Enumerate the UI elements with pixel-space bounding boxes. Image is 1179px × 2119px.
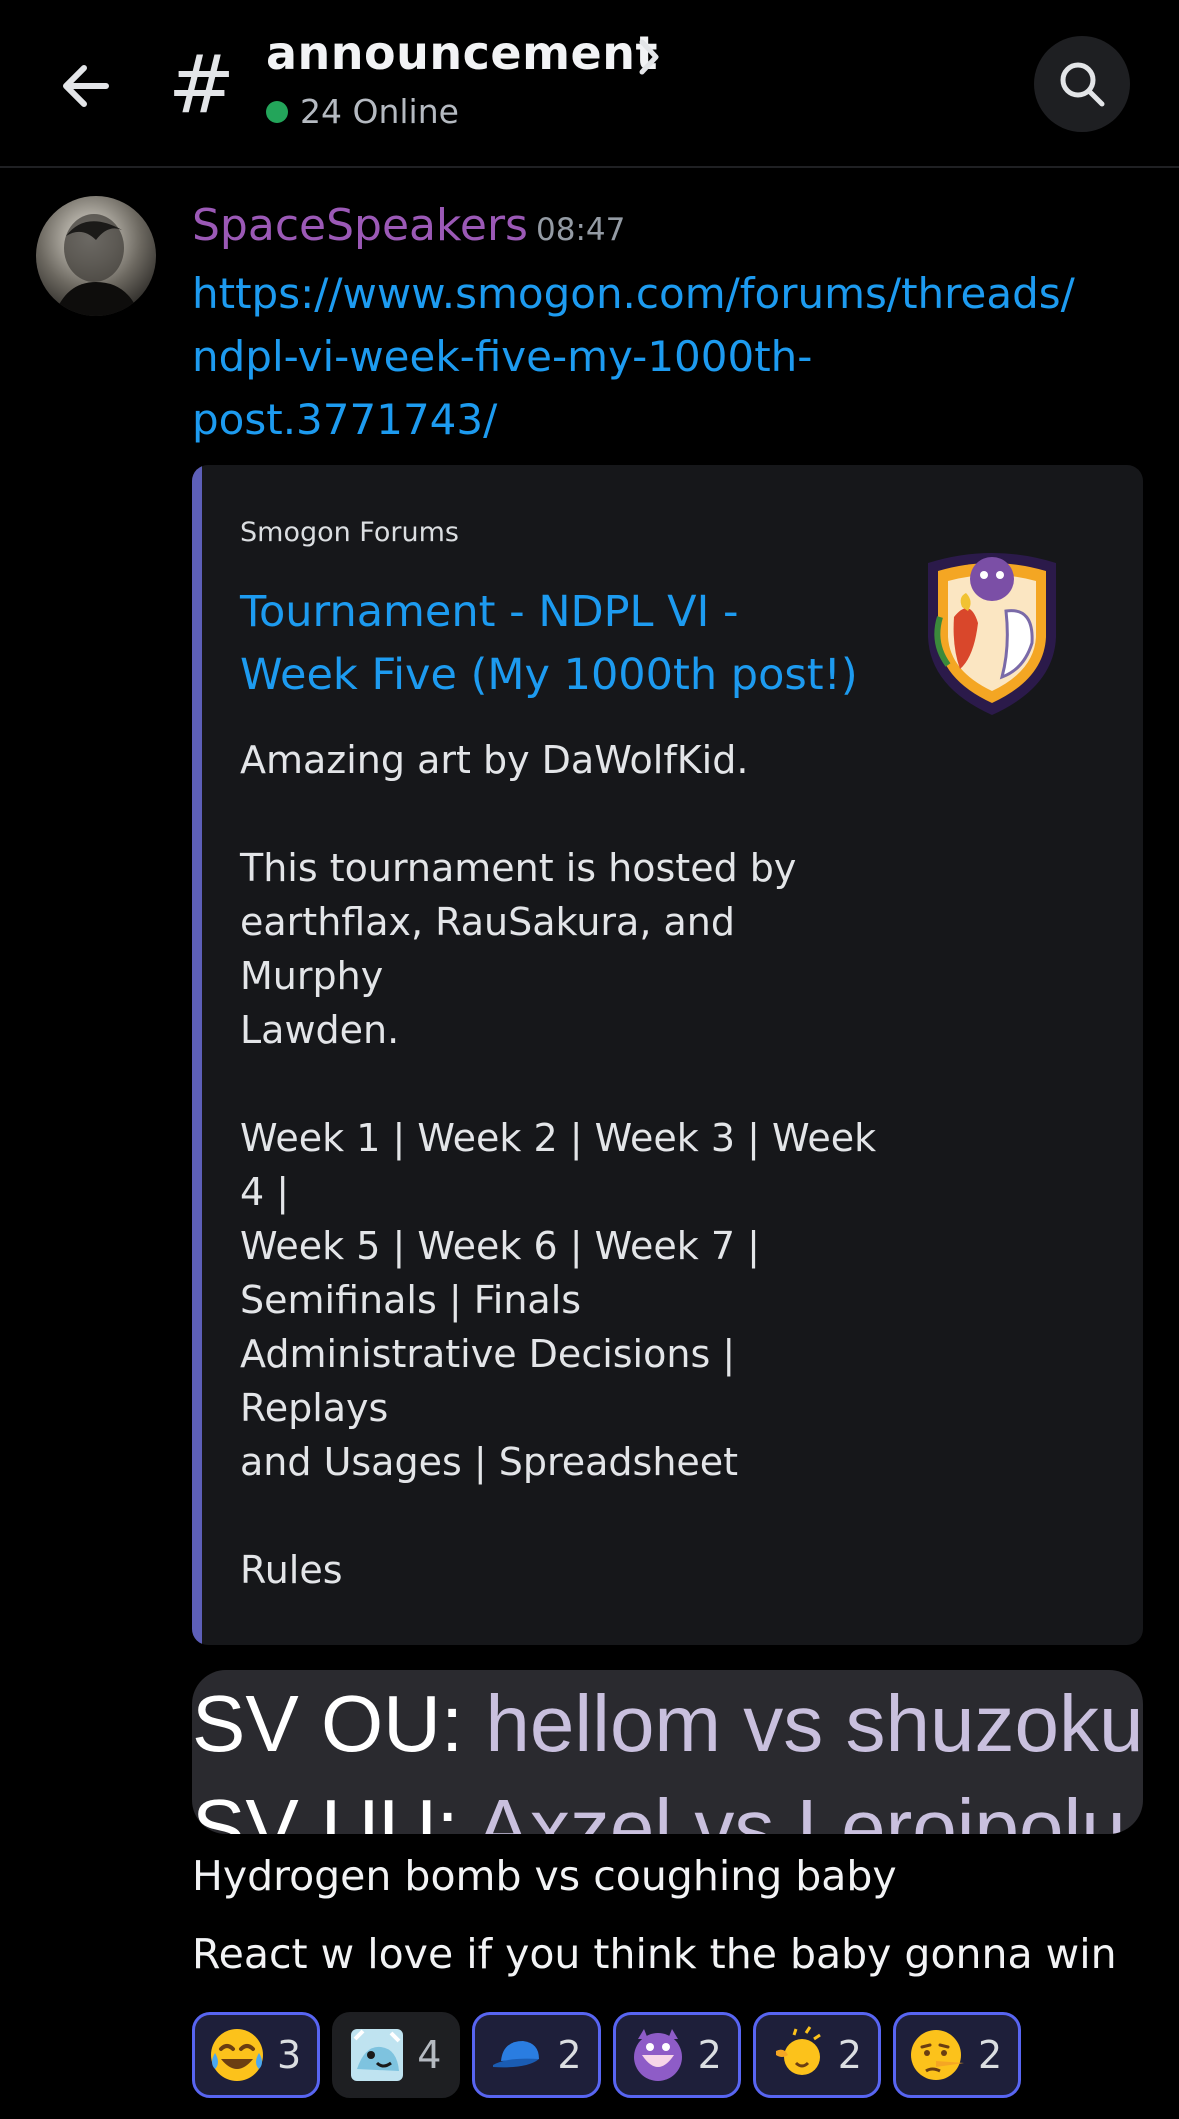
attachment-value: Axzel vs Leroipolu [476, 1783, 1126, 1834]
reactions-bar: 3 4 2 2 2 2 [192, 2012, 1022, 2098]
chevron-right-icon[interactable] [634, 34, 664, 80]
reaction-count: 3 [277, 2033, 302, 2077]
blue-cap-emoji-icon [493, 2041, 540, 2068]
author-name[interactable]: SpaceSpeakers [192, 200, 528, 251]
message-timestamp: 08:47 [536, 212, 626, 248]
embed-description: Amazing art by DaWolfKid. This tournamen… [240, 738, 877, 1592]
embed-title-line[interactable]: Tournament - NDPL VI - [240, 581, 860, 644]
link-line[interactable]: https://www.smogon.com/forums/threads/ [192, 262, 1112, 325]
reaction-custom-pokemon[interactable]: 4 [332, 2012, 461, 2098]
reaction-blue-cap[interactable]: 2 [472, 2012, 601, 2098]
online-text: 24 Online [300, 92, 459, 131]
image-attachment[interactable]: SV OU: hellom vs shuzoku SV UU: Axzel vs… [192, 1670, 1143, 1834]
link-line[interactable]: ndpl-vi-week-five-my-1000th-post.3771743… [192, 325, 1112, 451]
reaction-count: 2 [837, 2033, 862, 2077]
link-embed[interactable]: Smogon Forums Tournament - NDPL VI - Wee… [192, 465, 1143, 1645]
channel-header: # announcement 24 Online [0, 0, 1179, 168]
attachment-line: SV UU: Axzel vs Leroipolu [192, 1782, 1126, 1834]
joy-emoji-icon [211, 2029, 263, 2081]
channel-title[interactable]: announcement [266, 26, 658, 80]
attachment-label: SV OU: [192, 1679, 486, 1768]
message-text: React w love if you think the baby gonna… [192, 1930, 1117, 1978]
search-icon [1060, 62, 1105, 107]
reaction-count: 4 [417, 2033, 442, 2077]
reaction-clapping[interactable]: 2 [752, 2012, 881, 2098]
search-button[interactable] [1034, 36, 1130, 132]
reaction-joy[interactable]: 3 [192, 2012, 321, 2098]
back-arrow-icon [63, 65, 109, 107]
avatar[interactable] [36, 196, 156, 316]
back-button[interactable] [48, 48, 124, 124]
embed-accent-bar [192, 465, 202, 1645]
custom-pokemon-emoji-icon [351, 2029, 404, 2081]
online-status-dot [266, 100, 288, 123]
message-text: Hydrogen bomb vs coughing baby [192, 1852, 897, 1900]
embed-title[interactable]: Tournament - NDPL VI - Week Five (My 100… [240, 581, 860, 707]
reaction-count: 2 [697, 2033, 722, 2077]
embed-provider[interactable]: Smogon Forums [240, 517, 459, 548]
hash-icon: # [168, 38, 236, 131]
reaction-count: 2 [557, 2033, 582, 2077]
reaction-count: 2 [977, 2033, 1003, 2077]
purple-pokemon-emoji-icon [633, 2029, 682, 2081]
reaction-lying-face[interactable]: 2 [892, 2012, 1022, 2098]
attachment-value: hellom vs shuzoku [485, 1679, 1143, 1768]
attachment-label: SV UU: [192, 1783, 477, 1834]
attachment-line: SV OU: hellom vs shuzoku [192, 1678, 1143, 1770]
embed-title-line[interactable]: Week Five (My 1000th post!) [240, 644, 860, 707]
clapping-emoji-icon [775, 2026, 821, 2075]
lying-face-emoji-icon [910, 2030, 964, 2080]
reaction-purple-pokemon[interactable]: 2 [612, 2012, 741, 2098]
online-count: 24 Online [266, 92, 459, 131]
ndpl-shield-logo-icon[interactable] [914, 547, 1070, 719]
